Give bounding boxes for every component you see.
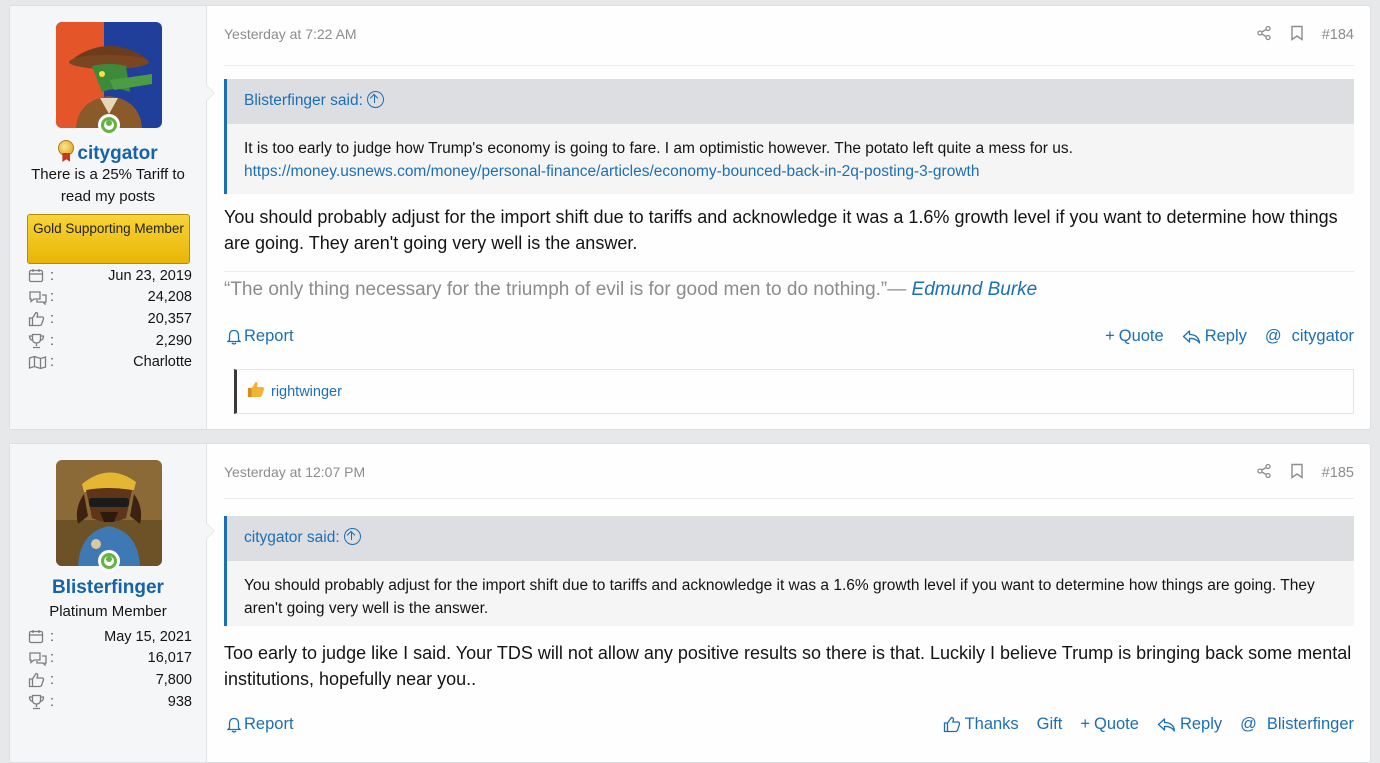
reply-button[interactable]: Reply: [1182, 327, 1247, 346]
post-actions: Report Thanks Gift + Quote Reply @ Blister…: [224, 715, 1354, 737]
location: Charlotte: [133, 354, 192, 371]
arrow-up-circle-icon[interactable]: [343, 528, 361, 545]
quote-link[interactable]: https://money.usnews.com/money/personal-…: [244, 160, 1337, 183]
quote-body: You should probably adjust for the impor…: [227, 561, 1354, 620]
post-185: Blisterfinger Platinum Member : May 15, 2…: [9, 443, 1371, 763]
post-body: You should probably adjust for the impor…: [224, 207, 1338, 253]
quote-author[interactable]: citygator said:: [244, 529, 340, 546]
post-number[interactable]: #184: [1322, 27, 1354, 43]
user-stats: : May 15, 2021 :16,017 :7,800 :938: [28, 626, 192, 712]
post-meta: Yesterday at 12:07 PM #185: [224, 463, 1354, 482]
username[interactable]: citygator: [10, 140, 206, 165]
user-title: There is a 25% Tariff to read my posts: [31, 166, 185, 205]
messages-icon: [28, 289, 50, 305]
bookmark-icon[interactable]: [1290, 463, 1304, 482]
trophy-icon: [28, 694, 50, 710]
report-button[interactable]: Report: [227, 715, 294, 734]
quote-text: It is too early to judge how Trump's eco…: [244, 140, 1073, 157]
thumbs-up-icon: [28, 311, 50, 327]
bookmark-icon[interactable]: [1290, 25, 1304, 44]
trophy-icon: [28, 333, 50, 349]
user-stats: : Jun 23, 2019 :24,208 :20,357 :2,290 : Ch…: [28, 265, 192, 373]
quote-button[interactable]: + Quote: [1105, 327, 1164, 346]
at-icon: @: [1240, 715, 1257, 733]
signature-divider: [224, 271, 1354, 272]
reactions-bar: rightwinger: [234, 369, 1354, 414]
joined-date: Jun 23, 2019: [108, 267, 192, 284]
quote-body: It is too early to judge how Trump's eco…: [227, 124, 1354, 183]
user-panel: Blisterfinger Platinum Member : May 15, 2…: [10, 444, 215, 762]
avatar[interactable]: [56, 22, 162, 128]
reply-icon: [1157, 717, 1176, 733]
plus-icon: +: [1105, 327, 1115, 345]
message-count: 16,017: [147, 650, 192, 667]
map-icon: [28, 354, 50, 370]
quote-author[interactable]: Blisterfinger said:: [244, 92, 363, 109]
reply-icon: [1182, 329, 1201, 345]
medal-icon: [58, 140, 75, 162]
reaction-user[interactable]: rightwinger: [271, 384, 342, 400]
quote-header[interactable]: Blisterfinger said:: [227, 79, 1354, 124]
share-icon[interactable]: [1256, 25, 1272, 44]
post-184: citygator There is a 25% Tariff to read …: [9, 5, 1371, 430]
post-main: Yesterday at 12:07 PM #185 citygator sai…: [224, 444, 1354, 762]
bell-icon: [227, 717, 241, 733]
post-number[interactable]: #185: [1322, 465, 1354, 481]
divider: [224, 498, 1354, 499]
calendar-icon: [28, 268, 50, 284]
quote-button[interactable]: + Quote: [1080, 715, 1139, 734]
arrow-up-circle-icon[interactable]: [366, 91, 384, 108]
post-meta: Yesterday at 7:22 AM #184: [224, 25, 1354, 44]
points: 2,290: [155, 332, 192, 349]
gift-button[interactable]: Gift: [1037, 715, 1063, 734]
at-icon: @: [1264, 327, 1282, 345]
quote-header[interactable]: citygator said:: [227, 516, 1354, 561]
reply-button[interactable]: Reply: [1157, 715, 1222, 734]
signature-text: “The only thing necessary for the triump…: [224, 279, 912, 300]
signature: “The only thing necessary for the triump…: [224, 279, 1354, 301]
divider: [224, 65, 1354, 66]
username[interactable]: Blisterfinger: [10, 577, 206, 599]
calendar-icon: [28, 629, 50, 645]
joined-date: May 15, 2021: [104, 628, 192, 645]
online-indicator: [98, 114, 120, 136]
user-banner: Gold Supporting Member: [27, 214, 190, 264]
plus-icon: +: [1080, 715, 1090, 733]
quote-block: Blisterfinger said: It is too early to j…: [224, 79, 1354, 194]
bell-icon: [227, 329, 241, 345]
reaction-score: 20,357: [147, 310, 192, 327]
points: 938: [167, 693, 192, 710]
post-main: Yesterday at 7:22 AM #184 Blisterfinger …: [224, 6, 1354, 429]
messages-icon: [28, 650, 50, 666]
post-actions: Report + Quote Reply @ citygator: [224, 327, 1354, 349]
mention-button[interactable]: @ citygator: [1265, 327, 1354, 346]
quote-block: citygator said: You should probably adju…: [224, 516, 1354, 626]
thumbs-up-icon: [28, 672, 50, 688]
thumbs-up-reaction-icon: [247, 381, 265, 402]
mention-button[interactable]: @ Blisterfinger: [1240, 715, 1354, 734]
quote-text: You should probably adjust for the impor…: [244, 577, 1315, 617]
user-title: Platinum Member: [49, 603, 167, 620]
thumbs-up-icon: [943, 716, 961, 733]
message-count: 24,208: [147, 289, 192, 306]
signature-author[interactable]: Edmund Burke: [912, 279, 1038, 300]
user-panel: citygator There is a 25% Tariff to read …: [10, 6, 215, 429]
post-date[interactable]: Yesterday at 7:22 AM: [224, 26, 357, 42]
share-icon[interactable]: [1256, 463, 1272, 482]
post-body: Too early to judge like I said. Your TDS…: [224, 643, 1352, 689]
online-indicator: [98, 550, 120, 572]
report-button[interactable]: Report: [227, 327, 294, 346]
post-date[interactable]: Yesterday at 12:07 PM: [224, 464, 365, 480]
thanks-button[interactable]: Thanks: [943, 715, 1019, 734]
reaction-score: 7,800: [155, 671, 192, 688]
